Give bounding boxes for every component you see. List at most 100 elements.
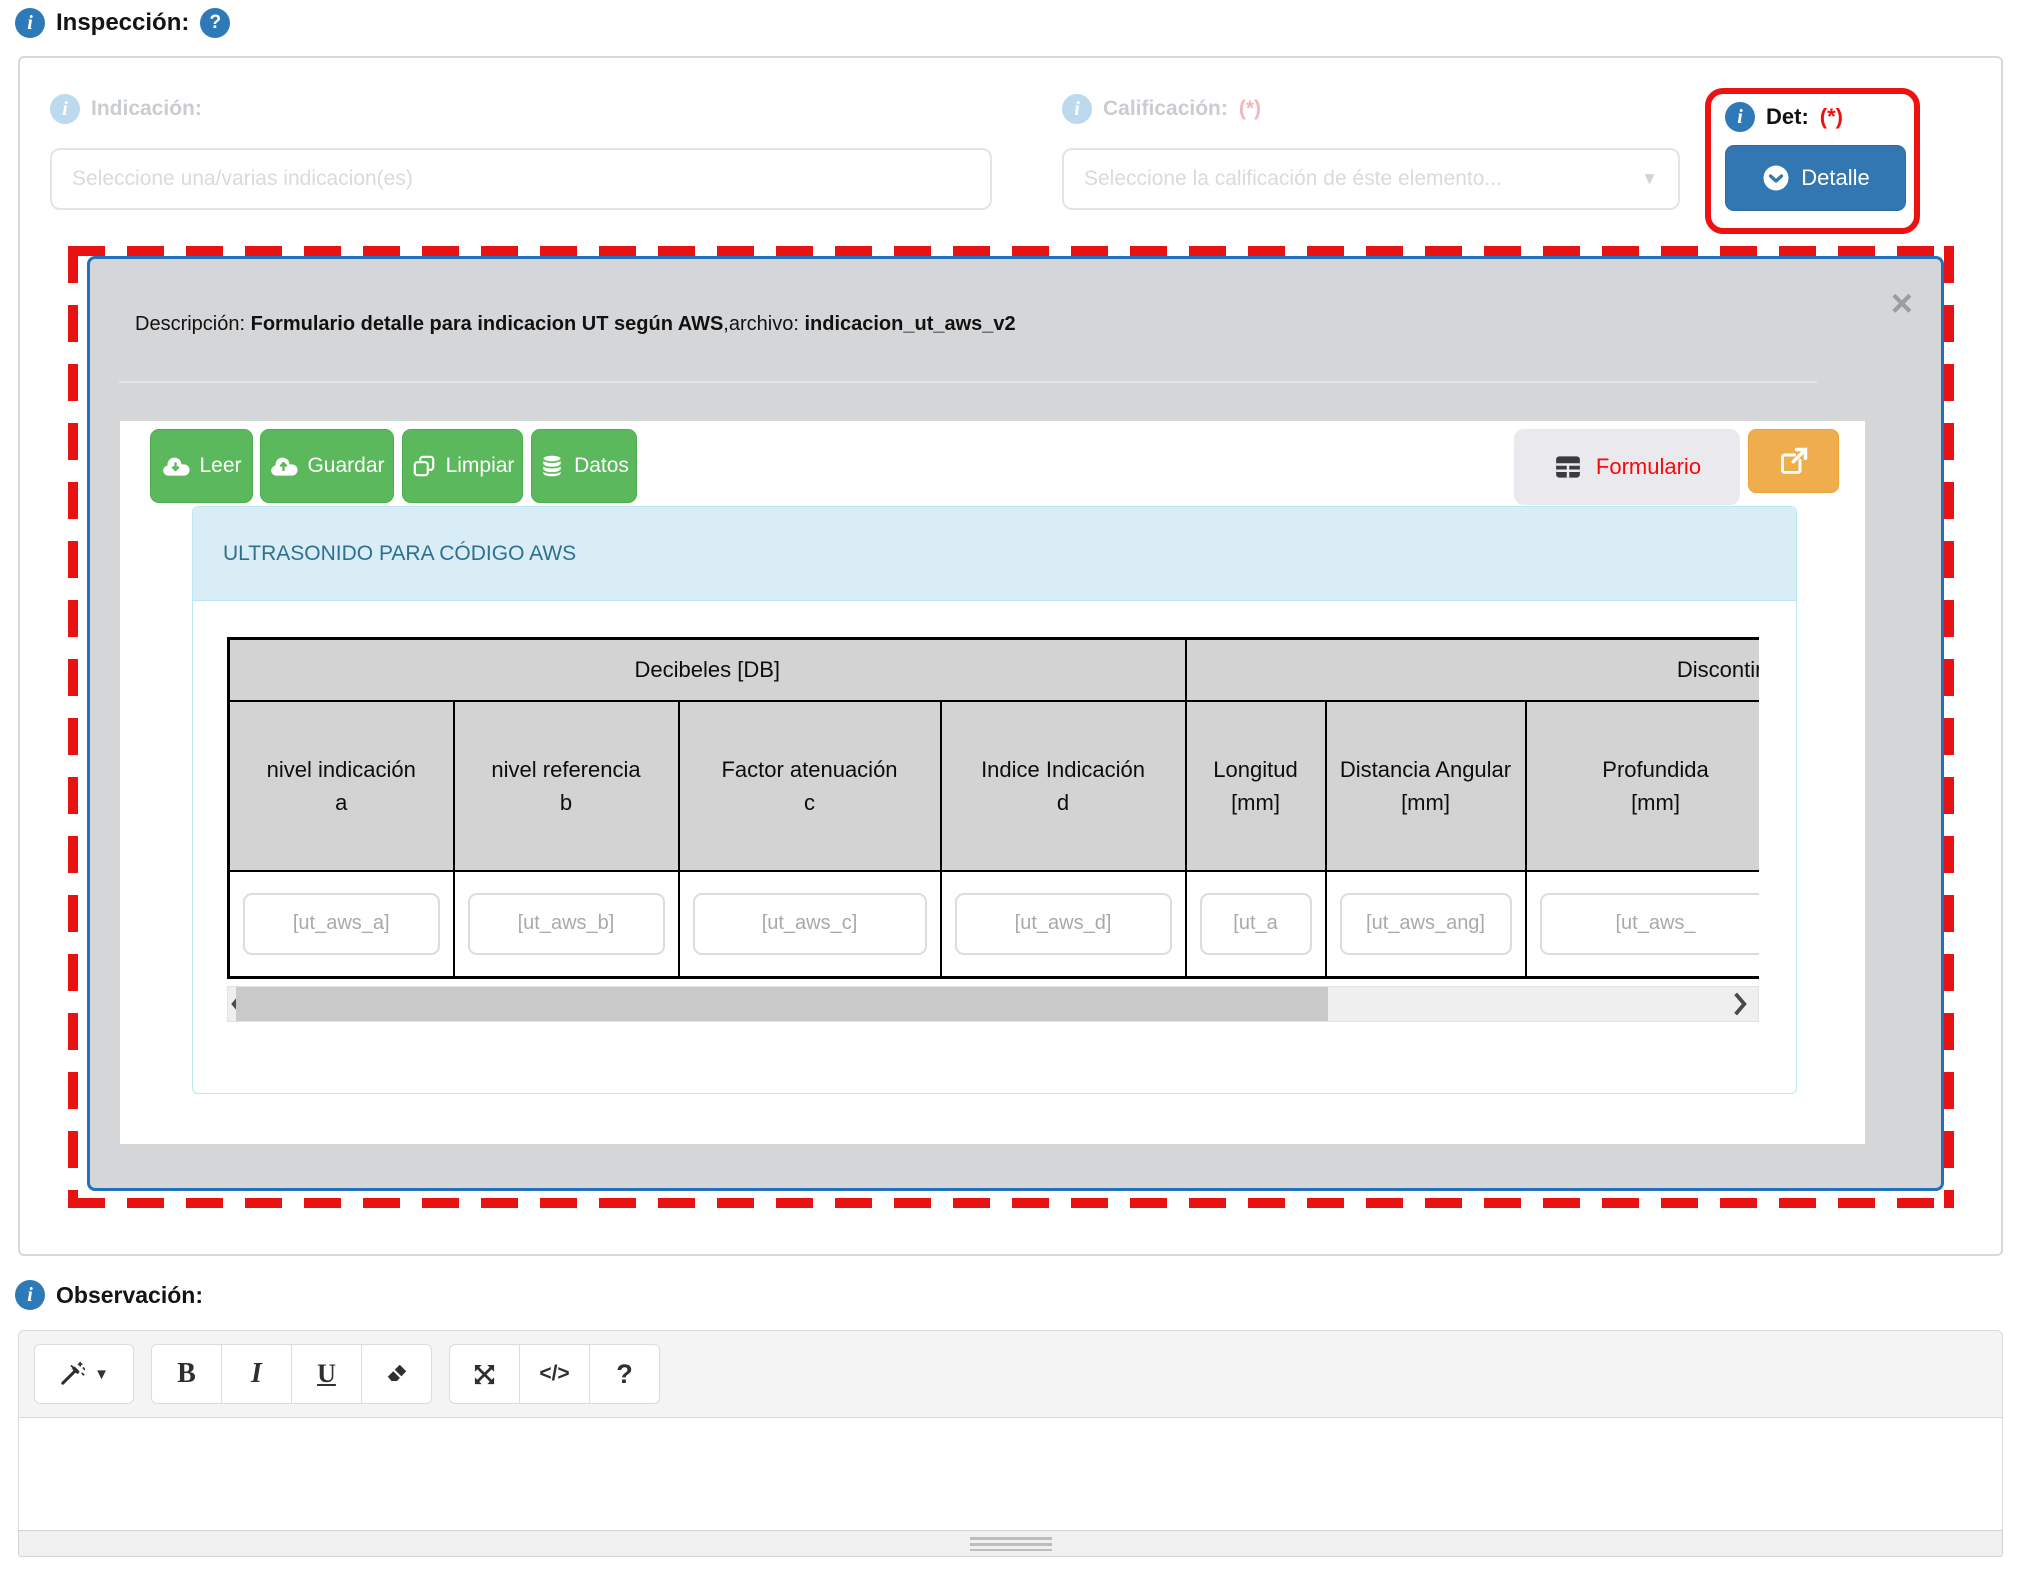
modal-form-area: Leer Guardar Limpiar bbox=[120, 421, 1865, 1144]
arrows-alt-icon bbox=[471, 1361, 498, 1388]
ut-aws-ang-input[interactable] bbox=[1340, 893, 1512, 955]
calificacion-select[interactable]: Seleccione la calificación de éste eleme… bbox=[1062, 148, 1680, 210]
detalle-button[interactable]: Detalle bbox=[1725, 145, 1906, 211]
ut-table: Decibeles [DB] Discontinuid nivel indica… bbox=[227, 637, 1759, 979]
group-header-decibeles: Decibeles [DB] bbox=[229, 639, 1186, 701]
col-header-indice-indicacion: Indice Indicaciónd bbox=[941, 701, 1186, 871]
col-header-profundidad: Profundida[mm] bbox=[1526, 701, 1759, 871]
bold-button[interactable]: B bbox=[151, 1344, 222, 1404]
font-group: B I U bbox=[151, 1344, 432, 1404]
det-required-mark: (*) bbox=[1820, 104, 1843, 130]
description-name: Formulario detalle para indicacion UT se… bbox=[251, 313, 724, 335]
col-header-longitud: Longitud[mm] bbox=[1186, 701, 1326, 871]
detalle-button-label: Detalle bbox=[1801, 165, 1869, 191]
clear-format-button[interactable] bbox=[361, 1344, 432, 1404]
col-header-nivel-indicacion: nivel indicacióna bbox=[229, 701, 454, 871]
ut-aws-c-input[interactable] bbox=[693, 893, 927, 955]
resize-grip-icon bbox=[970, 1537, 1052, 1551]
underline-icon: U bbox=[317, 1359, 336, 1389]
observacion-header: i Observación: bbox=[15, 1280, 203, 1310]
indicacion-label: Indicación: bbox=[91, 97, 202, 121]
guardar-label: Guardar bbox=[307, 454, 384, 478]
ultrasonido-panel-body: Decibeles [DB] Discontinuid nivel indica… bbox=[193, 601, 1796, 1093]
ut-aws-a-input[interactable] bbox=[243, 893, 440, 955]
ut-aws-prof-input[interactable] bbox=[1540, 893, 1759, 955]
ultrasonido-panel: ULTRASONIDO PARA CÓDIGO AWS Decibeles [D… bbox=[192, 506, 1797, 1094]
page-title: Inspección: bbox=[56, 9, 189, 37]
chevron-circle-down-icon bbox=[1761, 163, 1791, 193]
det-label: Det: bbox=[1766, 104, 1809, 130]
indicacion-placeholder: Seleccione una/varias indicacion(es) bbox=[72, 167, 413, 191]
eraser-icon bbox=[384, 1361, 410, 1387]
ut-table-viewport: Decibeles [DB] Discontinuid nivel indica… bbox=[227, 637, 1759, 979]
formulario-button[interactable]: Formulario bbox=[1514, 429, 1740, 505]
database-icon bbox=[539, 452, 565, 480]
description-middle: ,archivo: bbox=[723, 313, 804, 335]
ut-aws-b-input[interactable] bbox=[468, 893, 665, 955]
caret-down-icon: ▼ bbox=[94, 1366, 109, 1383]
ultrasonido-panel-title: ULTRASONIDO PARA CÓDIGO AWS bbox=[193, 507, 1796, 601]
code-icon: </> bbox=[539, 1362, 569, 1386]
close-icon[interactable]: × bbox=[1891, 285, 1913, 323]
clone-icon bbox=[411, 453, 437, 479]
open-external-button[interactable] bbox=[1748, 429, 1839, 493]
leer-button[interactable]: Leer bbox=[150, 429, 253, 503]
divider bbox=[119, 381, 1817, 383]
leer-label: Leer bbox=[199, 454, 241, 478]
info-icon[interactable]: i bbox=[1725, 102, 1755, 132]
modal-description: Descripción: Formulario detalle para ind… bbox=[135, 313, 1016, 336]
info-icon: i bbox=[50, 94, 80, 124]
cloud-upload-icon bbox=[269, 454, 298, 478]
ut-aws-d-input[interactable] bbox=[955, 893, 1172, 955]
question-icon: ? bbox=[616, 1359, 633, 1390]
code-view-button[interactable]: </> bbox=[519, 1344, 590, 1404]
ut-aws-longitud-input[interactable] bbox=[1200, 893, 1312, 955]
magic-wand-icon bbox=[59, 1361, 85, 1387]
inspeccion-panel: i Indicación: Seleccione una/varias indi… bbox=[18, 56, 2003, 1256]
info-icon[interactable]: i bbox=[15, 8, 45, 38]
table-icon bbox=[1553, 452, 1583, 482]
style-group: ▼ bbox=[34, 1344, 134, 1404]
description-prefix: Descripción: bbox=[135, 313, 251, 335]
chevron-down-icon: ▼ bbox=[1641, 169, 1658, 189]
calificacion-label: Calificación: bbox=[1103, 97, 1228, 121]
group-header-discontinuidades: Discontinuid bbox=[1186, 639, 1759, 701]
formulario-label: Formulario bbox=[1596, 454, 1701, 480]
datos-button[interactable]: Datos bbox=[531, 429, 637, 503]
chevron-right-icon[interactable] bbox=[1726, 990, 1754, 1018]
fullscreen-button[interactable] bbox=[449, 1344, 520, 1404]
col-header-factor-atenuacion: Factor atenuaciónc bbox=[679, 701, 941, 871]
indicacion-select[interactable]: Seleccione una/varias indicacion(es) bbox=[50, 148, 992, 210]
italic-icon: I bbox=[251, 1358, 262, 1390]
calificacion-placeholder: Seleccione la calificación de éste eleme… bbox=[1084, 167, 1502, 191]
indicacion-field-group: i Indicación: Seleccione una/varias indi… bbox=[50, 94, 992, 210]
limpiar-label: Limpiar bbox=[446, 454, 515, 478]
horizontal-scrollbar[interactable] bbox=[227, 986, 1759, 1022]
editor-help-button[interactable]: ? bbox=[589, 1344, 660, 1404]
magic-style-button[interactable]: ▼ bbox=[34, 1344, 134, 1404]
col-header-distancia-angular: Distancia Angular[mm] bbox=[1326, 701, 1526, 871]
scrollbar-thumb[interactable] bbox=[236, 987, 1328, 1021]
limpiar-button[interactable]: Limpiar bbox=[402, 429, 523, 503]
calificacion-field-group: i Calificación: (*) Seleccione la califi… bbox=[1062, 94, 1680, 210]
det-highlight-annotation: i Det: (*) Detalle bbox=[1705, 88, 1920, 234]
datos-label: Datos bbox=[574, 454, 629, 478]
calificacion-required-mark: (*) bbox=[1239, 97, 1261, 121]
info-icon[interactable]: i bbox=[15, 1280, 45, 1310]
help-icon[interactable]: ? bbox=[200, 8, 230, 38]
observacion-label: Observación: bbox=[56, 1282, 203, 1309]
editor-text-area[interactable] bbox=[18, 1418, 2003, 1530]
misc-group: </> ? bbox=[449, 1344, 660, 1404]
page: i Inspección: ? i Indicación: Seleccione… bbox=[0, 0, 2021, 1574]
detalle-modal: × Descripción: Formulario detalle para i… bbox=[87, 256, 1944, 1191]
guardar-button[interactable]: Guardar bbox=[260, 429, 394, 503]
editor-toolbar: ▼ B I U bbox=[18, 1330, 2003, 1418]
external-link-icon bbox=[1778, 445, 1810, 477]
description-file: indicacion_ut_aws_v2 bbox=[804, 313, 1015, 335]
underline-button[interactable]: U bbox=[291, 1344, 362, 1404]
editor-resize-bar[interactable] bbox=[18, 1530, 2003, 1557]
cloud-download-icon bbox=[161, 454, 190, 478]
observacion-editor: ▼ B I U bbox=[18, 1330, 2003, 1557]
info-icon: i bbox=[1062, 94, 1092, 124]
italic-button[interactable]: I bbox=[221, 1344, 292, 1404]
